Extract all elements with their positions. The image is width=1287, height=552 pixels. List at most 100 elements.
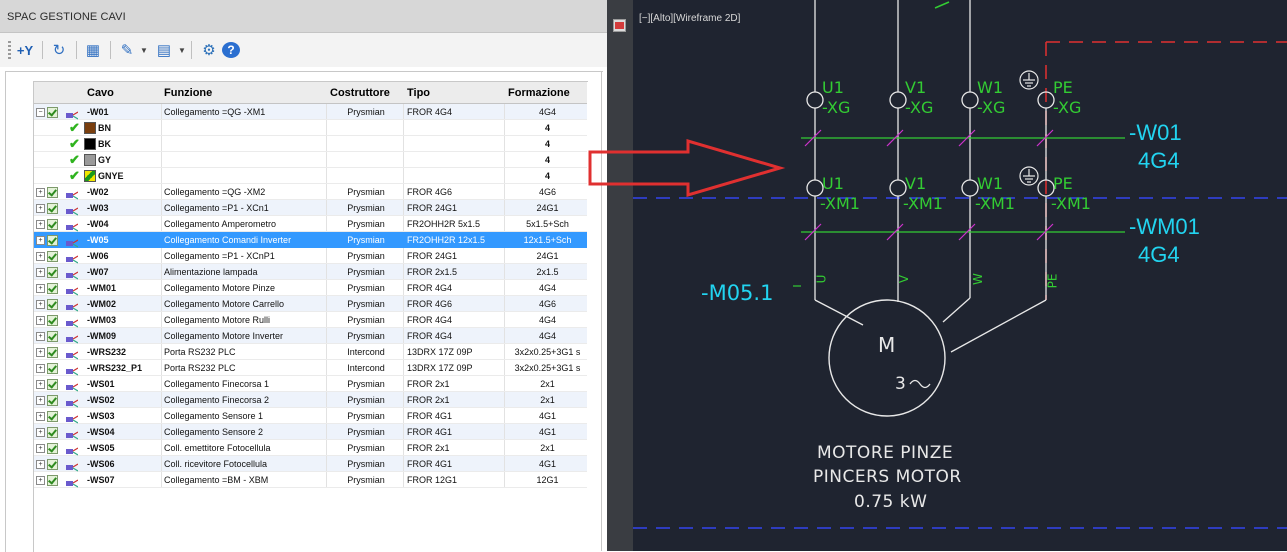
cell-formazione: 4G6: [538, 187, 556, 197]
expand-toggle-icon[interactable]: −: [36, 108, 45, 117]
table-row[interactable]: -WS03 Collegamento Sensore 1 Prysmian FROR …: [34, 408, 587, 424]
row-checkbox[interactable]: [47, 299, 58, 310]
column-header-formazione[interactable]: Formazione: [508, 82, 570, 103]
expand-toggle-icon[interactable]: +: [36, 236, 45, 245]
row-checkbox[interactable]: [47, 203, 58, 214]
table-row[interactable]: -WM09 Collegamento Motore Inverter Prysmia…: [34, 328, 587, 344]
cell-funzione: Collegamento Finecorsa 2: [164, 395, 270, 405]
refresh-cables-icon[interactable]: ↻: [48, 39, 70, 61]
table-row[interactable]: -WS06 Coll. ricevitore Fotocellula Prysmia…: [34, 456, 587, 472]
export-dropdown-icon[interactable]: ▼: [178, 39, 186, 61]
help-icon[interactable]: ?: [222, 42, 240, 58]
column-header-funzione[interactable]: Funzione: [164, 82, 212, 103]
toolbar-grip[interactable]: [8, 41, 11, 59]
expand-toggle-icon[interactable]: +: [36, 396, 45, 405]
row-checkbox[interactable]: [47, 315, 58, 326]
table-row[interactable]: -WS02 Collegamento Finecorsa 2 Prysmian FRO…: [34, 392, 587, 408]
column-header-costruttore[interactable]: Costruttore: [330, 82, 390, 103]
row-checkbox[interactable]: [47, 379, 58, 390]
settings-gear-icon[interactable]: ⚙: [198, 39, 220, 61]
row-checkbox[interactable]: [47, 187, 58, 198]
expand-toggle-icon[interactable]: +: [36, 460, 45, 469]
motor-tag: -M05.1: [701, 281, 774, 305]
table-row[interactable]: -WS07 Collegamento =BM - XBM Prysmian FROR …: [34, 472, 587, 488]
cad-drawing-area[interactable]: U1 V1 W1 PE -XG -XG -XG -XG U1 V1 W1 PE …: [633, 0, 1287, 551]
table-row[interactable]: -W04 Collegamento Amperometro Prysmian FR2O…: [34, 216, 587, 232]
expand-toggle-icon[interactable]: +: [36, 220, 45, 229]
panel-toggle-button[interactable]: [613, 19, 626, 32]
table-row[interactable]: -WM03 Collegamento Motore Rulli Prysmian FR…: [34, 312, 587, 328]
cell-tipo: FR2OHH2R 5x1.5: [407, 219, 481, 229]
expand-toggle-icon[interactable]: +: [36, 300, 45, 309]
expand-toggle-icon[interactable]: +: [36, 284, 45, 293]
expand-toggle-icon[interactable]: +: [36, 348, 45, 357]
row-checkbox[interactable]: [47, 283, 58, 294]
cell-costruttore: Prysmian: [347, 443, 385, 453]
table-row[interactable]: -W07 Alimentazione lampada Prysmian FROR 2x…: [34, 264, 587, 280]
cell-tipo: FROR 24G1: [407, 203, 458, 213]
expand-toggle-icon[interactable]: +: [36, 428, 45, 437]
table-row[interactable]: -WM02 Collegamento Motore Carrello Prysmia…: [34, 296, 587, 312]
conductor-row[interactable]: BN 4: [34, 120, 587, 136]
table-row[interactable]: -WS01 Collegamento Finecorsa 1 Prysmian FRO…: [34, 376, 587, 392]
cell-costruttore: Prysmian: [347, 427, 385, 437]
row-checkbox[interactable]: [47, 267, 58, 278]
row-checkbox[interactable]: [47, 395, 58, 406]
cell-funzione: Porta RS232 PLC: [164, 347, 236, 357]
document-edit-icon[interactable]: ▦: [82, 39, 104, 61]
column-header-cavo[interactable]: Cavo: [87, 82, 114, 103]
column-header-tipo[interactable]: Tipo: [407, 82, 430, 103]
row-checkbox[interactable]: [47, 347, 58, 358]
table-row[interactable]: -W02 Collegamento =QG -XM2 Prysmian FROR 4G…: [34, 184, 587, 200]
expand-toggle-icon[interactable]: +: [36, 332, 45, 341]
cell-cavo: -WS02: [87, 395, 115, 405]
table-row[interactable]: -WS05 Coll. emettitore Fotocellula Prysmia…: [34, 440, 587, 456]
conductor-row[interactable]: GY 4: [34, 152, 587, 168]
expand-toggle-icon[interactable]: +: [36, 380, 45, 389]
conductor-color-swatch: [84, 154, 96, 166]
edit-tool-icon[interactable]: ✎: [116, 39, 138, 61]
motor-pin-w: W: [970, 273, 985, 285]
row-checkbox[interactable]: [47, 331, 58, 342]
row-checkbox[interactable]: [47, 427, 58, 438]
table-row[interactable]: -WS04 Collegamento Sensore 2 Prysmian FROR …: [34, 424, 587, 440]
table-row[interactable]: -WRS232 Porta RS232 PLC Intercond 13DRX 17Z…: [34, 344, 587, 360]
row-checkbox[interactable]: [47, 219, 58, 230]
row-checkbox[interactable]: [47, 459, 58, 470]
cell-formazione: 4G1: [538, 459, 556, 469]
expand-toggle-icon[interactable]: +: [36, 188, 45, 197]
table-row[interactable]: -WM01 Collegamento Motore Pinze Prysmian FR…: [34, 280, 587, 296]
table-row[interactable]: -W03 Collegamento =P1 - XCn1 Prysmian FROR …: [34, 200, 587, 216]
row-checkbox[interactable]: [47, 235, 58, 246]
row-checkbox[interactable]: [47, 363, 58, 374]
row-checkbox[interactable]: [47, 443, 58, 454]
export-dwg-icon[interactable]: ▤: [152, 39, 176, 61]
expand-toggle-icon[interactable]: +: [36, 476, 45, 485]
expand-toggle-icon[interactable]: +: [36, 444, 45, 453]
viewport-label[interactable]: [−][Alto][Wireframe 2D]: [639, 13, 740, 24]
table-row[interactable]: -W05 Collegamento Comandi Inverter Prysmia…: [34, 232, 587, 248]
cable-icon: [66, 203, 79, 216]
table-row[interactable]: -W01 Collegamento =QG -XM1 Prysmian FROR 4G…: [34, 104, 587, 120]
conductor-formazione: 4: [544, 123, 550, 133]
cell-costruttore: Prysmian: [347, 315, 385, 325]
expand-toggle-icon[interactable]: +: [36, 252, 45, 261]
add-cable-icon[interactable]: +Y: [14, 39, 36, 61]
table-row[interactable]: -W06 Collegamento =P1 - XCnP1 Prysmian FROR…: [34, 248, 587, 264]
cell-funzione: Collegamento Sensore 1: [164, 411, 264, 421]
expand-toggle-icon[interactable]: +: [36, 364, 45, 373]
table-row[interactable]: -WRS232_P1 Porta RS232 PLC Intercond 13DRX …: [34, 360, 587, 376]
row-checkbox[interactable]: [47, 475, 58, 486]
expand-toggle-icon[interactable]: +: [36, 204, 45, 213]
edit-tool-dropdown-icon[interactable]: ▼: [140, 39, 148, 61]
row-checkbox[interactable]: [47, 411, 58, 422]
terminal-xm1-label: -XM1: [903, 194, 943, 213]
row-checkbox[interactable]: [47, 107, 58, 118]
expand-toggle-icon[interactable]: +: [36, 412, 45, 421]
expand-toggle-icon[interactable]: +: [36, 316, 45, 325]
conductor-row[interactable]: GNYE 4: [34, 168, 587, 184]
expand-toggle-icon[interactable]: +: [36, 268, 45, 277]
wire-group: [814, 0, 1047, 353]
row-checkbox[interactable]: [47, 251, 58, 262]
conductor-row[interactable]: BK 4: [34, 136, 587, 152]
